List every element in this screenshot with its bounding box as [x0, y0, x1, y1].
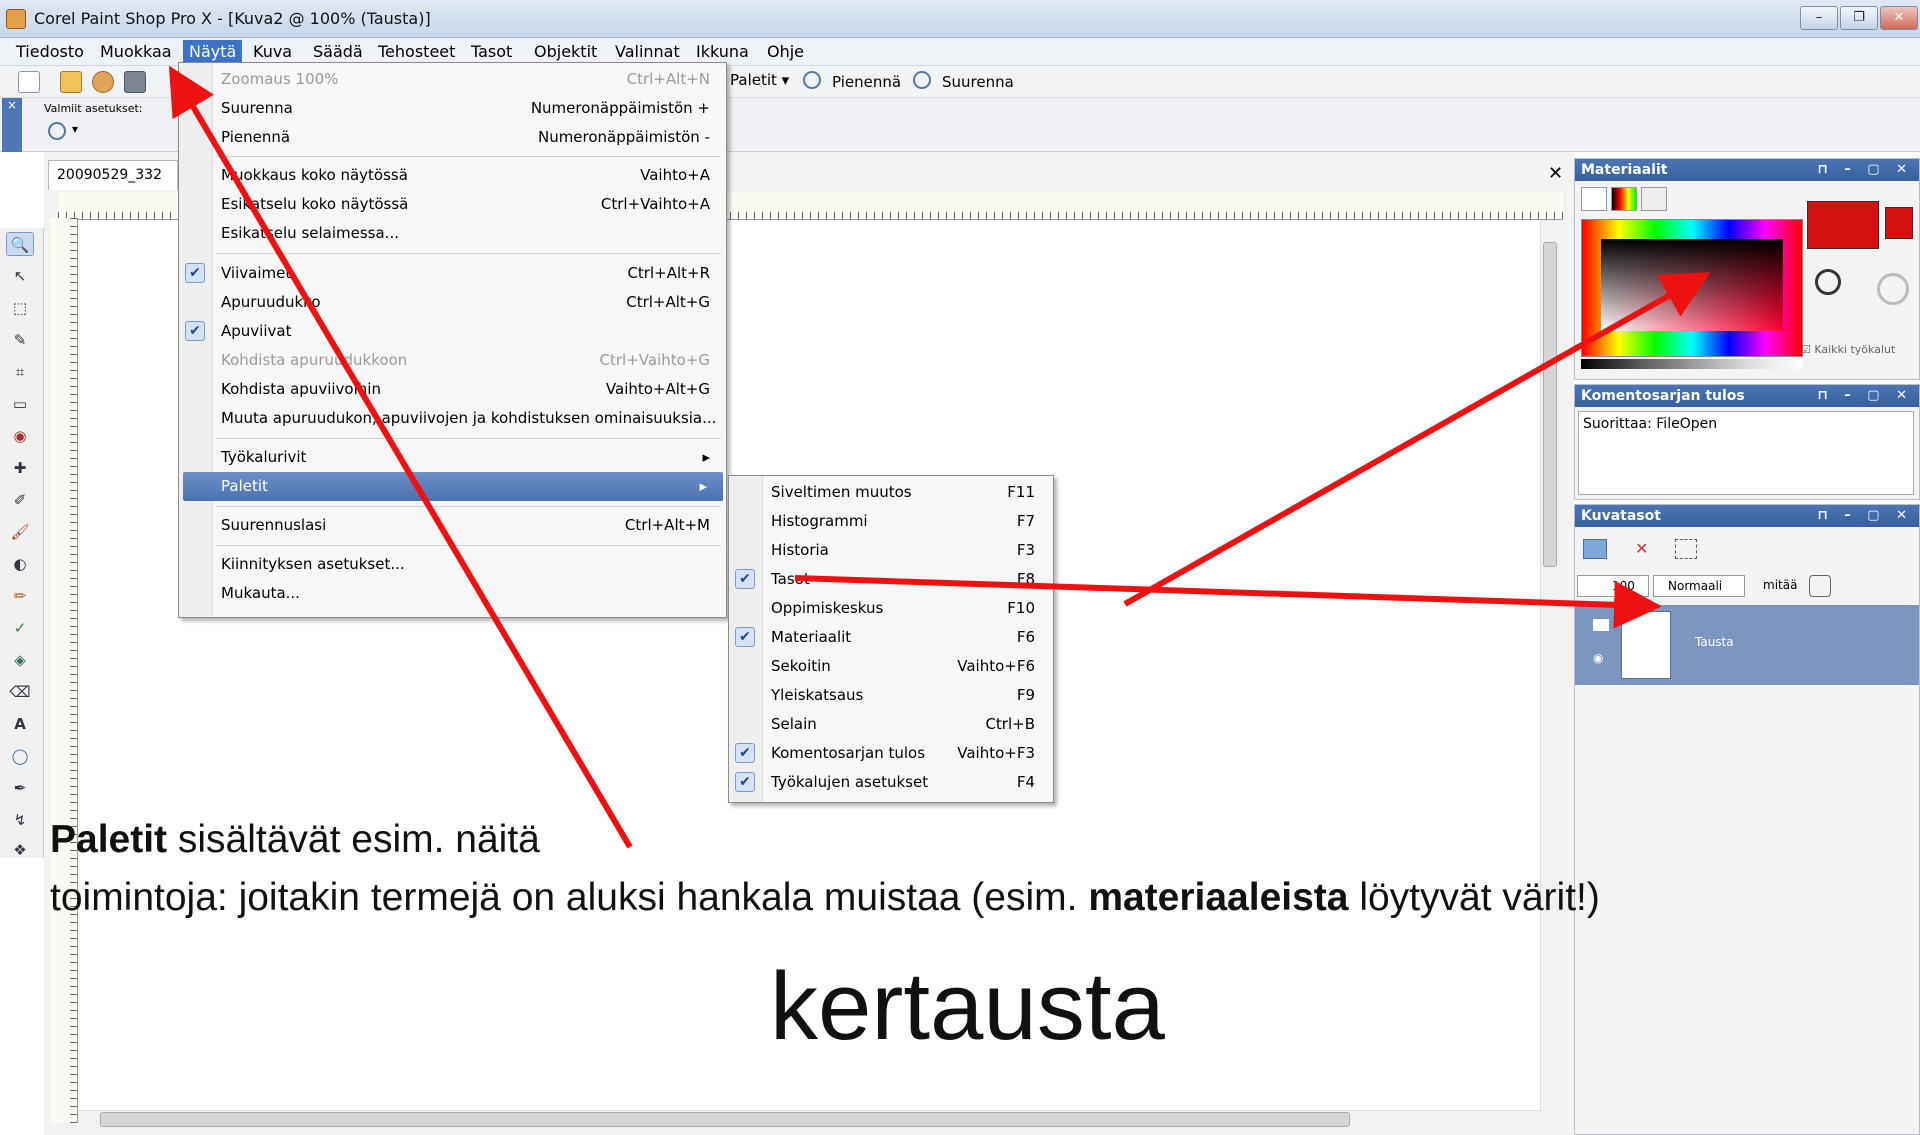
arrow-to-layers-panel — [794, 575, 1662, 629]
arrow-to-materials-panel — [1123, 272, 1711, 607]
arrow-to-nayta-menu — [168, 65, 633, 849]
annotation-arrows — [168, 65, 1711, 849]
